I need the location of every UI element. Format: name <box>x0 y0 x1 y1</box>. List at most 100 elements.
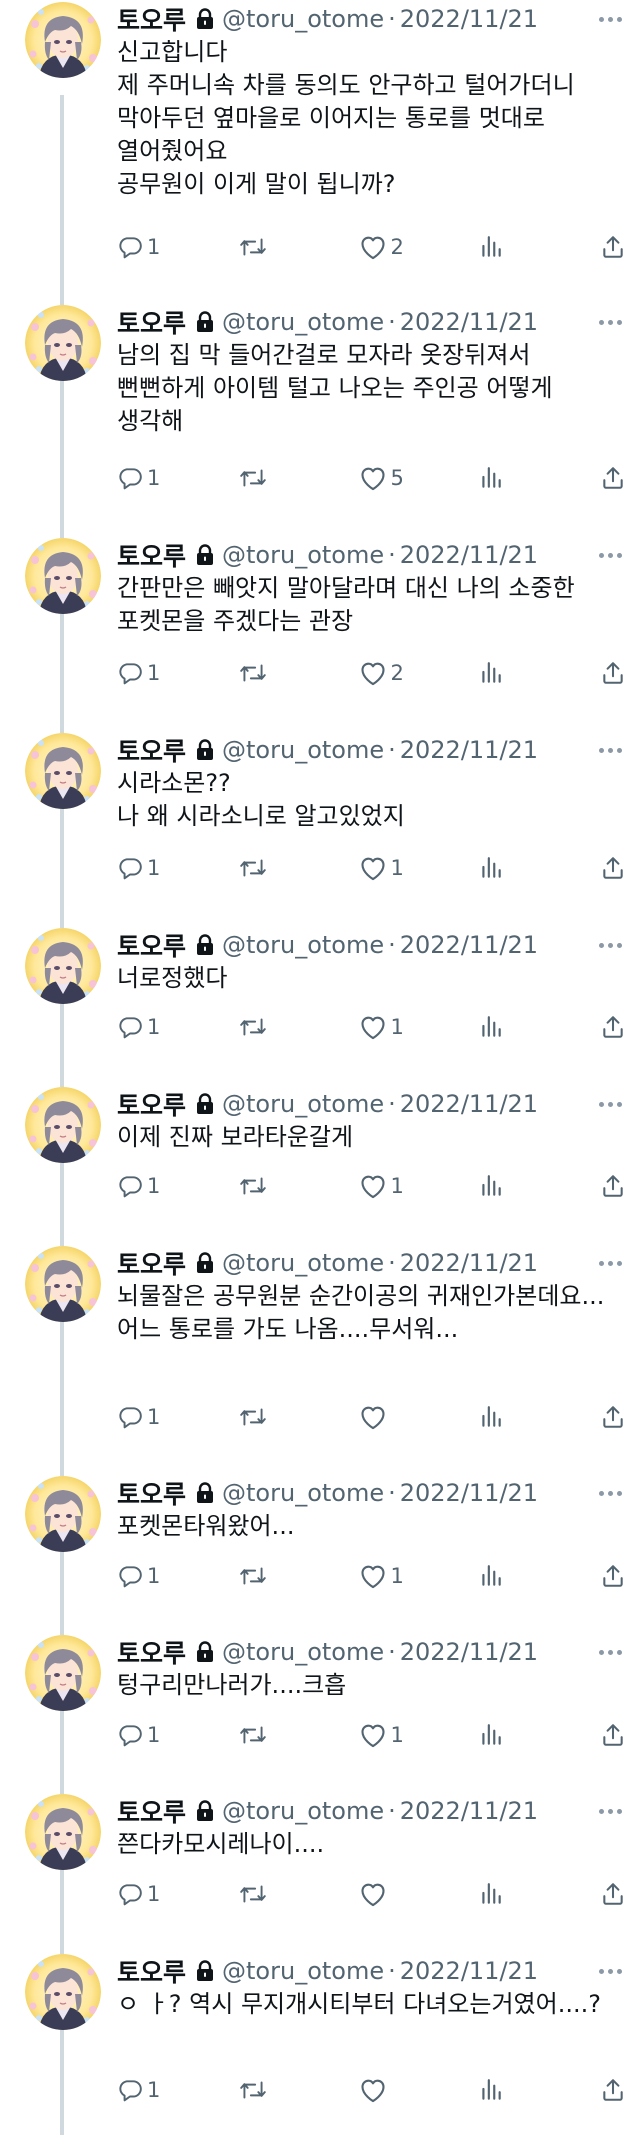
user-handle[interactable]: @toru_otome <box>222 1090 384 1118</box>
tweet[interactable]: 토오루 @toru_otome · 2022/11/21 너로정했다 1 1 <box>0 926 640 1085</box>
tweet-date[interactable]: 2022/11/21 <box>400 1797 538 1825</box>
tweet-date[interactable]: 2022/11/21 <box>400 1479 538 1507</box>
reply-button[interactable]: 1 <box>117 660 207 686</box>
user-handle[interactable]: @toru_otome <box>222 1638 384 1666</box>
share-button[interactable] <box>600 234 626 260</box>
analytics-button[interactable] <box>479 855 569 881</box>
share-button[interactable] <box>600 1722 626 1748</box>
like-button[interactable] <box>359 1881 449 1907</box>
analytics-button[interactable] <box>479 2077 569 2103</box>
reply-button[interactable]: 1 <box>117 855 207 881</box>
avatar[interactable] <box>25 1635 101 1711</box>
more-icon[interactable] <box>597 1649 624 1655</box>
more-icon[interactable] <box>597 1101 624 1107</box>
like-button[interactable]: 5 <box>359 465 449 491</box>
display-name[interactable]: 토오루 <box>117 537 186 573</box>
analytics-button[interactable] <box>479 1173 569 1199</box>
tweet-date[interactable]: 2022/11/21 <box>400 1249 538 1277</box>
tweet[interactable]: 토오루 @toru_otome · 2022/11/21 쯘다카모시레나이...… <box>0 1792 640 1952</box>
avatar[interactable] <box>25 1794 101 1870</box>
analytics-button[interactable] <box>479 465 569 491</box>
display-name[interactable]: 토오루 <box>117 1475 186 1511</box>
reply-button[interactable]: 1 <box>117 1722 207 1748</box>
user-handle[interactable]: @toru_otome <box>222 1797 384 1825</box>
avatar[interactable] <box>25 305 101 381</box>
avatar[interactable] <box>25 2 101 78</box>
reply-button[interactable]: 1 <box>117 1404 207 1430</box>
retweet-button[interactable] <box>238 1563 328 1589</box>
like-button[interactable]: 1 <box>359 1563 449 1589</box>
tweet-date[interactable]: 2022/11/21 <box>400 1957 538 1985</box>
avatar[interactable] <box>25 538 101 614</box>
tweet-date[interactable]: 2022/11/21 <box>400 5 538 33</box>
tweet[interactable]: 토오루 @toru_otome · 2022/11/21 뇌물잘은 공무원분 순… <box>0 1244 640 1474</box>
share-button[interactable] <box>600 660 626 686</box>
tweet[interactable]: 토오루 @toru_otome · 2022/11/21 이제 진짜 보라타운갈… <box>0 1085 640 1244</box>
display-name[interactable]: 토오루 <box>117 304 186 340</box>
like-button[interactable]: 1 <box>359 1722 449 1748</box>
more-icon[interactable] <box>597 1260 624 1266</box>
like-button[interactable]: 1 <box>359 855 449 881</box>
tweet-date[interactable]: 2022/11/21 <box>400 931 538 959</box>
more-icon[interactable] <box>597 1490 624 1496</box>
tweet-date[interactable]: 2022/11/21 <box>400 736 538 764</box>
tweet-date[interactable]: 2022/11/21 <box>400 1090 538 1118</box>
user-handle[interactable]: @toru_otome <box>222 1249 384 1277</box>
user-handle[interactable]: @toru_otome <box>222 541 384 569</box>
tweet-date[interactable]: 2022/11/21 <box>400 541 538 569</box>
analytics-button[interactable] <box>479 1722 569 1748</box>
analytics-button[interactable] <box>479 1404 569 1430</box>
share-button[interactable] <box>600 465 626 491</box>
retweet-button[interactable] <box>238 660 328 686</box>
reply-button[interactable]: 1 <box>117 1173 207 1199</box>
retweet-button[interactable] <box>238 1722 328 1748</box>
reply-button[interactable]: 1 <box>117 465 207 491</box>
display-name[interactable]: 토오루 <box>117 927 186 963</box>
retweet-button[interactable] <box>238 1404 328 1430</box>
like-button[interactable]: 2 <box>359 660 449 686</box>
retweet-button[interactable] <box>238 1014 328 1040</box>
reply-button[interactable]: 1 <box>117 1563 207 1589</box>
tweet-date[interactable]: 2022/11/21 <box>400 308 538 336</box>
more-icon[interactable] <box>597 942 624 948</box>
analytics-button[interactable] <box>479 1563 569 1589</box>
tweet[interactable]: 토오루 @toru_otome · 2022/11/21 간판만은 빼앗지 말아… <box>0 536 640 731</box>
user-handle[interactable]: @toru_otome <box>222 1957 384 1985</box>
user-handle[interactable]: @toru_otome <box>222 1479 384 1507</box>
reply-button[interactable]: 1 <box>117 1014 207 1040</box>
reply-button[interactable]: 1 <box>117 1881 207 1907</box>
user-handle[interactable]: @toru_otome <box>222 308 384 336</box>
avatar[interactable] <box>25 928 101 1004</box>
user-handle[interactable]: @toru_otome <box>222 931 384 959</box>
analytics-button[interactable] <box>479 1881 569 1907</box>
more-icon[interactable] <box>597 747 624 753</box>
like-button[interactable] <box>359 2077 449 2103</box>
more-icon[interactable] <box>597 1808 624 1814</box>
retweet-button[interactable] <box>238 1173 328 1199</box>
more-icon[interactable] <box>597 1968 624 1974</box>
more-icon[interactable] <box>597 552 624 558</box>
user-handle[interactable]: @toru_otome <box>222 5 384 33</box>
analytics-button[interactable] <box>479 660 569 686</box>
retweet-button[interactable] <box>238 855 328 881</box>
user-handle[interactable]: @toru_otome <box>222 736 384 764</box>
tweet[interactable]: 토오루 @toru_otome · 2022/11/21 텅구리만나러가....… <box>0 1633 640 1792</box>
avatar[interactable] <box>25 1954 101 2030</box>
reply-button[interactable]: 1 <box>117 2077 207 2103</box>
tweet[interactable]: 토오루 @toru_otome · 2022/11/21 포켓몬타워왔어... … <box>0 1474 640 1633</box>
display-name[interactable]: 토오루 <box>117 1793 186 1829</box>
share-button[interactable] <box>600 2077 626 2103</box>
avatar[interactable] <box>25 1476 101 1552</box>
avatar[interactable] <box>25 733 101 809</box>
retweet-button[interactable] <box>238 2077 328 2103</box>
share-button[interactable] <box>600 1014 626 1040</box>
avatar[interactable] <box>25 1246 101 1322</box>
display-name[interactable]: 토오루 <box>117 1634 186 1670</box>
share-button[interactable] <box>600 1173 626 1199</box>
avatar[interactable] <box>25 1087 101 1163</box>
like-button[interactable] <box>359 1404 449 1430</box>
display-name[interactable]: 토오루 <box>117 1953 186 1989</box>
like-button[interactable]: 1 <box>359 1173 449 1199</box>
more-icon[interactable] <box>597 319 624 325</box>
tweet-date[interactable]: 2022/11/21 <box>400 1638 538 1666</box>
